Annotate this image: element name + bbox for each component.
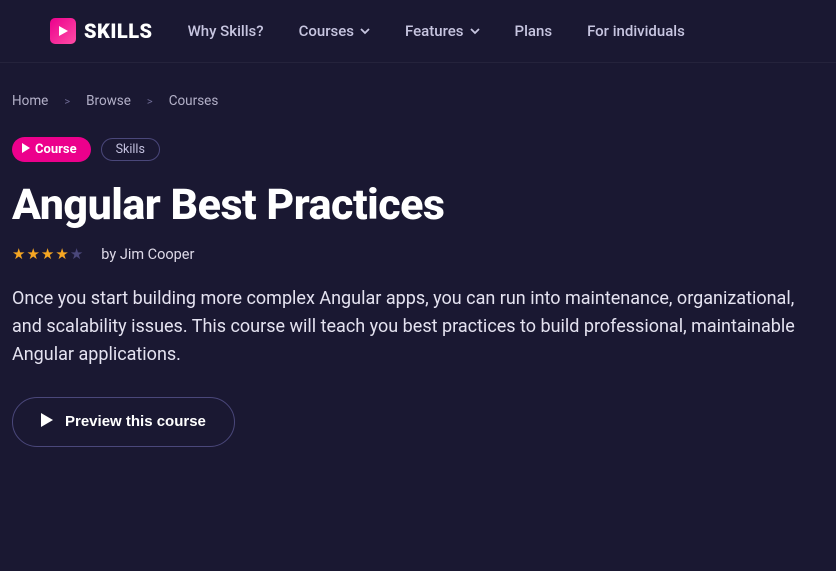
course-content: Course Skills Angular Best Practices ★ ★… bbox=[0, 109, 836, 447]
star-icon: ★ bbox=[12, 247, 25, 262]
course-author: by Jim Cooper bbox=[101, 246, 194, 263]
star-icon: ★ bbox=[26, 247, 39, 262]
breadcrumb-separator: > bbox=[64, 95, 70, 108]
breadcrumb: Home > Browse > Courses bbox=[0, 63, 836, 109]
play-icon bbox=[22, 142, 30, 157]
main-nav: Why Skills? Courses Features Plans For i… bbox=[188, 22, 685, 40]
star-icon: ★ bbox=[70, 247, 83, 262]
nav-individuals[interactable]: For individuals bbox=[587, 22, 685, 40]
preview-course-button[interactable]: Preview this course bbox=[12, 397, 235, 447]
logo-text: SKILLS bbox=[84, 19, 153, 43]
chevron-down-icon bbox=[360, 22, 370, 40]
nav-plans[interactable]: Plans bbox=[515, 22, 553, 40]
chevron-down-icon bbox=[470, 22, 480, 40]
badge-course-label: Course bbox=[35, 142, 77, 157]
play-icon bbox=[50, 18, 76, 44]
breadcrumb-separator: > bbox=[147, 95, 153, 108]
page-title: Angular Best Practices bbox=[12, 180, 824, 230]
breadcrumb-courses[interactable]: Courses bbox=[169, 93, 219, 109]
author-prefix: by bbox=[101, 246, 116, 263]
nav-label: Why Skills? bbox=[188, 22, 264, 40]
nav-why-skills[interactable]: Why Skills? bbox=[188, 22, 264, 40]
author-name: Jim Cooper bbox=[120, 246, 195, 263]
course-description: Once you start building more complex Ang… bbox=[12, 285, 812, 369]
badge-row: Course Skills bbox=[12, 137, 824, 162]
nav-features[interactable]: Features bbox=[405, 22, 479, 40]
nav-label: Plans bbox=[515, 22, 553, 40]
star-icon: ★ bbox=[55, 247, 68, 262]
nav-label: For individuals bbox=[587, 22, 685, 40]
badge-course: Course bbox=[12, 137, 91, 162]
breadcrumb-home[interactable]: Home bbox=[12, 93, 48, 109]
course-meta: ★ ★ ★ ★ ★ by Jim Cooper bbox=[12, 246, 824, 263]
nav-label: Courses bbox=[299, 22, 354, 40]
nav-label: Features bbox=[405, 22, 463, 40]
logo[interactable]: SKILLS bbox=[50, 18, 153, 44]
star-icon: ★ bbox=[41, 247, 54, 262]
nav-courses[interactable]: Courses bbox=[299, 22, 370, 40]
play-icon bbox=[41, 413, 53, 431]
breadcrumb-browse[interactable]: Browse bbox=[86, 93, 131, 109]
preview-button-label: Preview this course bbox=[65, 413, 206, 430]
header: SKILLS Why Skills? Courses Features Plan… bbox=[0, 0, 836, 63]
badge-skills-label: Skills bbox=[116, 142, 145, 157]
rating-stars: ★ ★ ★ ★ ★ bbox=[12, 247, 83, 262]
badge-skills: Skills bbox=[101, 138, 160, 161]
